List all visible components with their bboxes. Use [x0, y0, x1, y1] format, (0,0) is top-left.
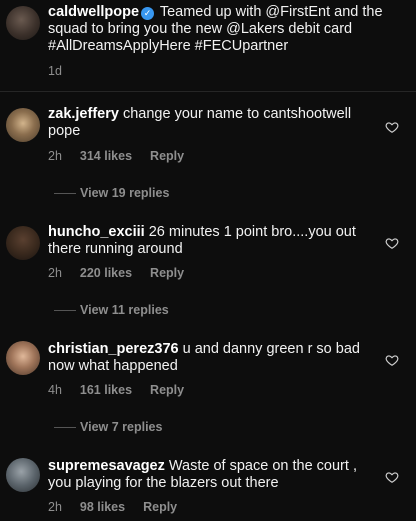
caption-text-block: caldwellpope ✓ Teamed up with @FirstEnt a… — [48, 4, 404, 55]
comment-likes[interactable]: 220 likes — [80, 266, 132, 280]
reply-button[interactable]: Reply — [150, 383, 184, 397]
comment-text-block: huncho_exciii 26 minutes 1 point bro....… — [48, 224, 368, 258]
comment-text-block: zak.jeffery change your name to cantshoo… — [48, 106, 368, 140]
comment-likes[interactable]: 161 likes — [80, 383, 132, 397]
divider — [54, 309, 76, 311]
view-replies-button[interactable]: View 19 replies — [54, 186, 169, 200]
comment-timestamp: 2h — [48, 149, 62, 163]
comment-username[interactable]: supremesavagez — [48, 458, 165, 474]
comment-timestamp: 2h — [48, 266, 62, 280]
divider — [54, 192, 76, 194]
caption-username[interactable]: caldwellpope — [48, 4, 139, 20]
comment-meta: 2h 314 likes Reply — [48, 149, 184, 163]
avatar[interactable] — [6, 226, 40, 260]
comment-meta: 2h 220 likes Reply — [48, 266, 184, 280]
heart-icon[interactable] — [385, 353, 399, 367]
reply-button[interactable]: Reply — [150, 149, 184, 163]
comment-username[interactable]: zak.jeffery — [48, 106, 119, 122]
comment-meta: 2h 98 likes Reply — [48, 500, 177, 514]
post-caption: caldwellpope ✓ Teamed up with @FirstEnt a… — [0, 0, 416, 86]
comment-text-block: supremesavagez Waste of space on the cou… — [48, 458, 368, 492]
heart-icon[interactable] — [385, 120, 399, 134]
divider — [54, 426, 76, 428]
comment-meta: 4h 161 likes Reply — [48, 383, 184, 397]
view-replies-label: View 7 replies — [80, 420, 163, 434]
view-replies-label: View 11 replies — [80, 303, 169, 317]
avatar[interactable] — [6, 458, 40, 492]
heart-icon[interactable] — [385, 236, 399, 250]
comment-username[interactable]: huncho_exciii — [48, 224, 145, 240]
verified-badge-icon: ✓ — [141, 7, 155, 20]
view-replies-label: View 19 replies — [80, 186, 170, 200]
divider — [0, 91, 416, 92]
comment-likes[interactable]: 314 likes — [80, 149, 132, 163]
reply-button[interactable]: Reply — [143, 500, 177, 514]
avatar[interactable] — [6, 6, 40, 40]
avatar[interactable] — [6, 108, 40, 142]
heart-icon[interactable] — [385, 470, 399, 484]
comment-likes[interactable]: 98 likes — [80, 500, 125, 514]
comment-username[interactable]: christian_perez376 — [48, 341, 179, 357]
view-replies-button[interactable]: View 7 replies — [54, 420, 162, 434]
view-replies-button[interactable]: View 11 replies — [54, 303, 169, 317]
comment-text-block: christian_perez376 u and danny green r s… — [48, 341, 368, 375]
caption-timestamp: 1d — [48, 64, 62, 78]
comment-timestamp: 4h — [48, 383, 62, 397]
comment-timestamp: 2h — [48, 500, 62, 514]
avatar[interactable] — [6, 341, 40, 375]
reply-button[interactable]: Reply — [150, 266, 184, 280]
